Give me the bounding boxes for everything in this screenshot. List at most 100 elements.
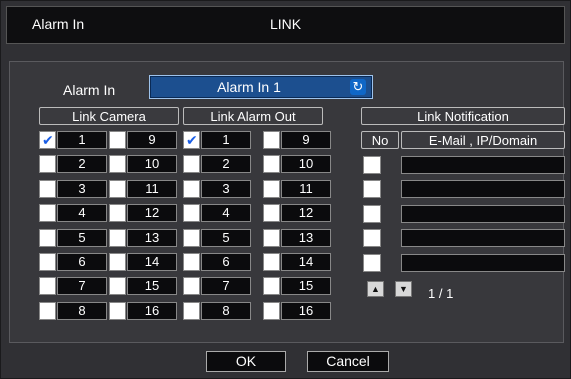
link-alarm-out-checkbox[interactable] xyxy=(263,302,280,320)
link-camera-item: 10 xyxy=(109,155,179,175)
notification-target-field[interactable] xyxy=(401,180,565,198)
refresh-icon[interactable]: ↻ xyxy=(350,79,366,95)
link-camera-checkbox[interactable] xyxy=(39,180,56,198)
link-alarm-out-checkbox[interactable] xyxy=(183,253,200,271)
link-camera-item: 5 xyxy=(39,229,109,249)
link-alarm-out-checkbox[interactable] xyxy=(263,180,280,198)
link-camera-checkbox[interactable] xyxy=(109,155,126,173)
notification-checkbox[interactable] xyxy=(363,156,381,174)
link-camera-checkbox[interactable] xyxy=(109,204,126,222)
link-alarm-out-checkbox[interactable] xyxy=(183,229,200,247)
link-camera-label: 2 xyxy=(57,155,107,173)
link-alarm-out-checkbox[interactable] xyxy=(263,131,280,149)
link-camera-item: 12 xyxy=(109,204,179,224)
link-alarm-out-label: 6 xyxy=(201,253,251,271)
link-camera-item: 16 xyxy=(109,302,179,322)
link-camera-item: 4 xyxy=(39,204,109,224)
link-alarm-out-checkbox[interactable] xyxy=(263,277,280,295)
link-camera-checkbox[interactable] xyxy=(39,155,56,173)
link-dialog: Alarm In LINK Alarm In Alarm In 1 ↻ Link… xyxy=(0,0,571,379)
link-camera-label: 10 xyxy=(127,155,177,173)
link-camera-header: Link Camera xyxy=(39,107,179,125)
link-camera-label: 15 xyxy=(127,277,177,295)
link-camera-checkbox[interactable] xyxy=(39,204,56,222)
link-camera-item: 13 xyxy=(109,229,179,249)
page-down-button[interactable]: ▼ xyxy=(395,281,412,297)
link-alarm-out-label: 3 xyxy=(201,180,251,198)
link-camera-item: 7 xyxy=(39,277,109,297)
link-alarm-out-label: 4 xyxy=(201,204,251,222)
link-camera-checkbox[interactable] xyxy=(109,229,126,247)
notification-checkbox[interactable] xyxy=(363,205,381,223)
notification-target-field[interactable] xyxy=(401,254,565,272)
link-camera-checkbox[interactable] xyxy=(109,180,126,198)
link-camera-checkbox[interactable] xyxy=(109,253,126,271)
link-camera-item: 15 xyxy=(109,277,179,297)
link-camera-label: 9 xyxy=(127,131,177,149)
alarm-in-label: Alarm In xyxy=(63,82,116,98)
link-alarm-out-item: 12 xyxy=(263,204,333,224)
link-alarm-out-checkbox[interactable]: ✔ xyxy=(183,131,200,149)
link-camera-checkbox[interactable] xyxy=(39,253,56,271)
link-alarm-out-checkbox[interactable] xyxy=(183,277,200,295)
link-alarm-out-header: Link Alarm Out xyxy=(183,107,323,125)
link-alarm-out-label: 9 xyxy=(281,131,331,149)
link-camera-label: 12 xyxy=(127,204,177,222)
link-camera-item: 3 xyxy=(39,180,109,200)
notification-target-field[interactable] xyxy=(401,205,565,223)
notification-checkbox[interactable] xyxy=(363,180,381,198)
link-alarm-out-checkbox[interactable] xyxy=(183,204,200,222)
link-alarm-out-item: 4 xyxy=(183,204,253,224)
settings-panel xyxy=(9,61,564,343)
window-title: LINK xyxy=(269,16,302,32)
link-alarm-out-checkbox[interactable] xyxy=(183,302,200,320)
check-icon: ✔ xyxy=(186,132,198,148)
link-alarm-out-label: 10 xyxy=(281,155,331,173)
link-alarm-out-item: 16 xyxy=(263,302,333,322)
link-alarm-out-checkbox[interactable] xyxy=(183,155,200,173)
link-alarm-out-label: 13 xyxy=(281,229,331,247)
link-alarm-out-checkbox[interactable] xyxy=(263,253,280,271)
link-alarm-out-label: 5 xyxy=(201,229,251,247)
link-camera-label: 14 xyxy=(127,253,177,271)
page-indicator: 1 / 1 xyxy=(428,286,454,301)
link-camera-checkbox[interactable] xyxy=(39,277,56,295)
link-camera-checkbox[interactable] xyxy=(109,302,126,320)
notification-checkbox[interactable] xyxy=(363,229,381,247)
link-alarm-out-checkbox[interactable] xyxy=(263,155,280,173)
link-camera-checkbox[interactable] xyxy=(39,302,56,320)
alarm-in-select[interactable]: Alarm In 1 ↻ xyxy=(149,75,373,99)
notification-target-header: E-Mail , IP/Domain xyxy=(401,131,565,149)
link-alarm-out-item: 8 xyxy=(183,302,253,322)
link-notification-header: Link Notification xyxy=(361,107,565,125)
link-alarm-out-label: 7 xyxy=(201,277,251,295)
link-camera-label: 7 xyxy=(57,277,107,295)
notification-target-field[interactable] xyxy=(401,229,565,247)
cancel-button[interactable]: Cancel xyxy=(307,351,389,372)
notification-target-field[interactable] xyxy=(401,156,565,174)
link-camera-item: 9 xyxy=(109,131,179,151)
link-alarm-out-label: 2 xyxy=(201,155,251,173)
link-camera-item: 11 xyxy=(109,180,179,200)
link-alarm-out-item: 9 xyxy=(263,131,333,151)
link-alarm-out-label: 16 xyxy=(281,302,331,320)
link-alarm-out-item: 10 xyxy=(263,155,333,175)
ok-button[interactable]: OK xyxy=(206,351,286,372)
link-camera-checkbox[interactable] xyxy=(109,277,126,295)
notification-checkbox[interactable] xyxy=(363,254,381,272)
page-up-button[interactable]: ▲ xyxy=(367,281,384,297)
link-alarm-out-checkbox[interactable] xyxy=(263,229,280,247)
link-camera-item: 14 xyxy=(109,253,179,273)
link-camera-checkbox[interactable] xyxy=(109,131,126,149)
link-camera-label: 6 xyxy=(57,253,107,271)
link-camera-checkbox[interactable] xyxy=(39,229,56,247)
link-alarm-out-item: 7 xyxy=(183,277,253,297)
link-camera-item: 2 xyxy=(39,155,109,175)
link-alarm-out-checkbox[interactable] xyxy=(263,204,280,222)
notification-no-header: No xyxy=(361,131,399,149)
link-camera-checkbox[interactable]: ✔ xyxy=(39,131,56,149)
link-alarm-out-checkbox[interactable] xyxy=(183,180,200,198)
link-alarm-out-item: 5 xyxy=(183,229,253,249)
link-camera-item: ✔ 1 xyxy=(39,131,109,151)
link-alarm-out-label: 1 xyxy=(201,131,251,149)
